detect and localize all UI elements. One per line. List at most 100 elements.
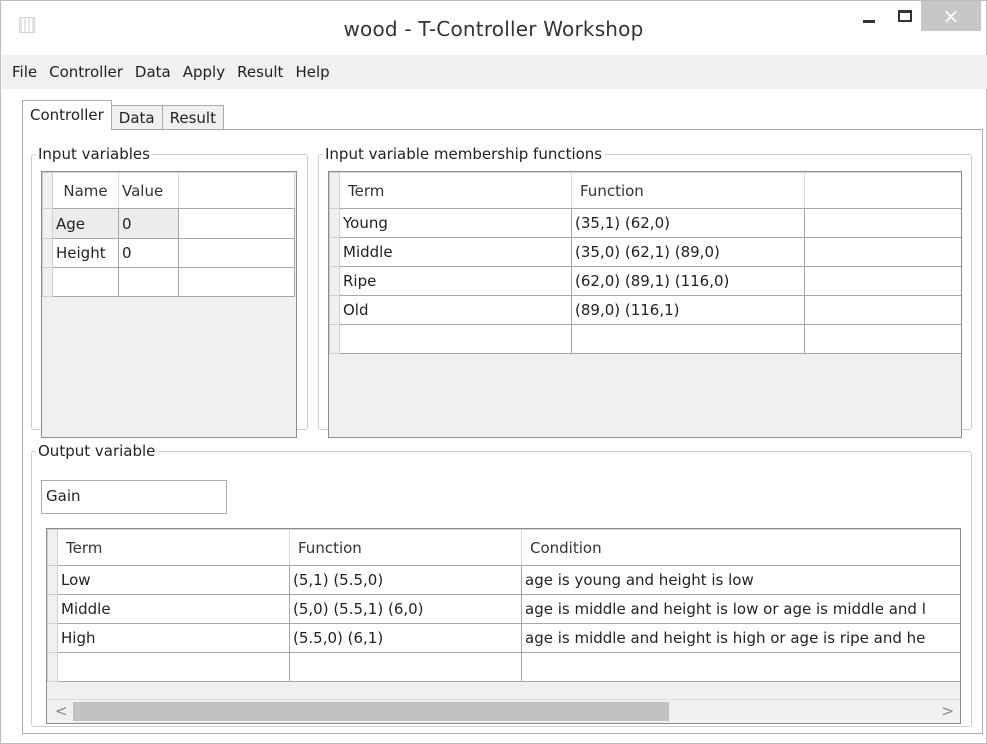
cell-empty[interactable] [804, 208, 961, 238]
table-row[interactable]: Young (35,1) (62,0) [329, 208, 961, 238]
row-header[interactable] [329, 208, 340, 238]
row-header[interactable] [47, 623, 58, 653]
app-window: wood - T-Controller Workshop × File Cont… [0, 0, 987, 744]
row-header[interactable] [329, 266, 340, 296]
table-row[interactable]: Ripe (62,0) (89,1) (116,0) [329, 266, 961, 296]
cell-empty[interactable] [804, 237, 961, 267]
scroll-left-icon[interactable]: < [55, 702, 68, 720]
output-variable-group: Output variable Gain Term Function Condi… [31, 442, 972, 727]
input-variables-grid[interactable]: Name Value Age 0 Height 0 [41, 171, 297, 438]
cell-empty[interactable] [289, 652, 522, 682]
tab-data[interactable]: Data [110, 105, 163, 130]
cell-name[interactable]: Age [52, 208, 119, 239]
menu-controller[interactable]: Controller [43, 55, 129, 89]
window-title: wood - T-Controller Workshop [343, 17, 644, 41]
maximize-button[interactable] [892, 1, 918, 31]
column-header-function[interactable]: Function [571, 172, 805, 209]
cell-term[interactable]: Middle [339, 237, 572, 267]
membership-functions-grid[interactable]: Term Function Young (35,1) (62,0) Middle… [328, 171, 962, 438]
menu-help[interactable]: Help [289, 55, 335, 89]
cell-function[interactable]: (62,0) (89,1) (116,0) [571, 266, 805, 296]
scrollbar-thumb[interactable] [73, 702, 669, 721]
menu-apply[interactable]: Apply [177, 55, 231, 89]
cell-term[interactable]: Middle [57, 594, 290, 624]
cell-empty[interactable] [339, 324, 572, 354]
cell-term[interactable]: Ripe [339, 266, 572, 296]
tab-strip: Controller Data Result [22, 100, 224, 130]
close-button[interactable]: × [921, 1, 981, 31]
table-row[interactable]: Middle (5,0) (5.5,1) (6,0) age is middle… [47, 594, 960, 624]
cell-empty[interactable] [178, 267, 295, 297]
column-header-term[interactable]: Term [57, 529, 290, 566]
tab-controller[interactable]: Controller [22, 100, 112, 130]
cell-function[interactable]: (35,1) (62,0) [571, 208, 805, 238]
cell-term[interactable]: Young [339, 208, 572, 238]
column-header-term[interactable]: Term [339, 172, 572, 209]
output-name-field[interactable]: Gain [41, 480, 227, 514]
cell-condition[interactable]: age is middle and height is high or age … [521, 623, 960, 653]
controller-tab-panel: Input variables Name Value Age 0 Height … [22, 129, 983, 734]
column-header-name[interactable]: Name [52, 172, 119, 209]
cell-empty[interactable] [178, 208, 295, 239]
cell-empty[interactable] [804, 266, 961, 296]
row-header[interactable] [47, 652, 58, 682]
column-header-function[interactable]: Function [289, 529, 522, 566]
table-row[interactable]: Old (89,0) (116,1) [329, 295, 961, 325]
row-header-corner [329, 172, 340, 209]
scroll-right-icon[interactable]: > [941, 702, 954, 720]
column-header-blank [804, 172, 961, 209]
row-header[interactable] [42, 238, 53, 268]
table-row[interactable]: High (5.5,0) (6,1) age is middle and hei… [47, 623, 960, 653]
table-row[interactable]: Age 0 [42, 208, 295, 239]
cell-empty[interactable] [57, 652, 290, 682]
row-header[interactable] [329, 237, 340, 267]
new-row[interactable] [329, 324, 961, 354]
row-header[interactable] [42, 267, 53, 297]
cell-function[interactable]: (5,1) (5.5,0) [289, 565, 522, 595]
cell-function[interactable]: (5,0) (5.5,1) (6,0) [289, 594, 522, 624]
row-header[interactable] [47, 565, 58, 595]
cell-empty[interactable] [118, 267, 179, 297]
column-header-condition[interactable]: Condition [521, 529, 960, 566]
output-terms-grid[interactable]: Term Function Condition Low (5,1) (5.5,0… [46, 528, 961, 724]
cell-function[interactable]: (35,0) (62,1) (89,0) [571, 237, 805, 267]
membership-functions-legend: Input variable membership functions [325, 145, 603, 163]
cell-condition[interactable]: age is middle and height is low or age i… [521, 594, 960, 624]
cell-term[interactable]: High [57, 623, 290, 653]
cell-name[interactable]: Height [52, 238, 119, 268]
cell-value[interactable]: 0 [118, 208, 179, 239]
cell-function[interactable]: (89,0) (116,1) [571, 295, 805, 325]
table-row[interactable]: Middle (35,0) (62,1) (89,0) [329, 237, 961, 267]
row-header[interactable] [42, 208, 53, 239]
cell-empty[interactable] [571, 324, 805, 354]
cell-term[interactable]: Old [339, 295, 572, 325]
column-header-value[interactable]: Value [118, 172, 179, 209]
menu-bar: File Controller Data Apply Result Help [2, 55, 987, 89]
cell-empty[interactable] [521, 652, 960, 682]
row-header-corner [42, 172, 53, 209]
output-variable-legend: Output variable [38, 442, 156, 460]
cell-empty[interactable] [804, 324, 961, 354]
row-header[interactable] [329, 324, 340, 354]
table-row[interactable]: Low (5,1) (5.5,0) age is young and heigh… [47, 565, 960, 595]
cell-term[interactable]: Low [57, 565, 290, 595]
cell-empty[interactable] [804, 295, 961, 325]
menu-result[interactable]: Result [231, 55, 289, 89]
new-row[interactable] [47, 652, 960, 682]
cell-condition[interactable]: age is young and height is low [521, 565, 960, 595]
cell-function[interactable]: (5.5,0) (6,1) [289, 623, 522, 653]
row-header[interactable] [329, 295, 340, 325]
cell-empty[interactable] [178, 238, 295, 268]
menu-data[interactable]: Data [129, 55, 177, 89]
menu-file[interactable]: File [6, 55, 43, 89]
table-row[interactable]: Height 0 [42, 238, 295, 268]
minimize-button[interactable] [856, 1, 882, 31]
horizontal-scrollbar[interactable]: < > [47, 699, 960, 723]
input-variables-group: Input variables Name Value Age 0 Height … [31, 145, 308, 438]
cell-value[interactable]: 0 [118, 238, 179, 268]
tab-result[interactable]: Result [161, 105, 224, 130]
row-header[interactable] [47, 594, 58, 624]
title-bar[interactable]: wood - T-Controller Workshop × [1, 1, 986, 55]
cell-empty[interactable] [52, 267, 119, 297]
new-row[interactable] [42, 267, 295, 297]
